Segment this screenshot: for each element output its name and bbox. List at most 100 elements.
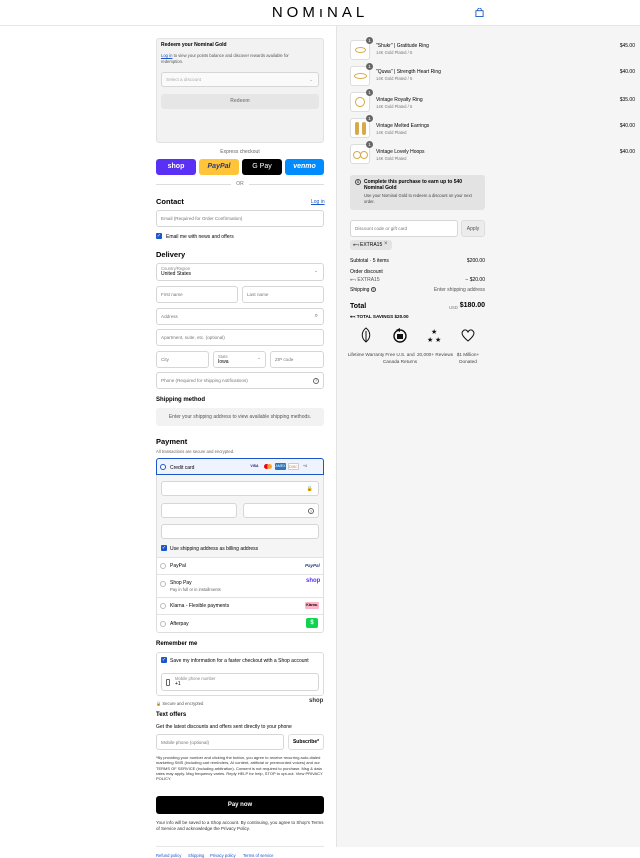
shoppay-sub: Pay in full or in installments — [170, 587, 221, 592]
shop-pay-button[interactable]: shop — [156, 159, 196, 175]
total-value: $180.00 — [459, 302, 485, 309]
svg-text:★: ★ — [435, 336, 441, 343]
search-icon: ⌕ — [314, 313, 318, 319]
checkout-form: Redeem your Nominal Gold Log in to view … — [0, 26, 336, 858]
discount-tag-code: EXTRA15 — [360, 242, 383, 248]
mobile-phone-field[interactable]: Mobile phone number +1 — [161, 673, 319, 691]
discover-icon: DISC — [288, 463, 299, 470]
news-checkbox[interactable]: ✓ — [156, 233, 162, 239]
country-select[interactable]: Country/Region United States ⌄ — [156, 263, 324, 281]
save-info-label: Save my information for a faster checkou… — [170, 658, 309, 664]
item-name: Vintage Melted Earrings — [376, 123, 430, 129]
name-on-card-field[interactable] — [161, 524, 319, 539]
divider — [157, 557, 323, 558]
gold-banner-sub: Use your Nominal Gold to redeem a discou… — [364, 193, 472, 204]
first-name-field[interactable]: First name — [156, 286, 238, 303]
chevron-down-icon: ⌄ — [309, 76, 313, 82]
credit-card-label: Credit card — [170, 465, 195, 471]
remove-discount-icon[interactable]: × — [384, 241, 388, 247]
afterpay-radio[interactable] — [160, 621, 166, 627]
order-discount-label: Order discount — [350, 269, 383, 275]
card-number-field[interactable]: 🔒 — [161, 481, 319, 496]
contact-title: Contact — [156, 197, 184, 206]
terms-of-service-link[interactable]: Terms of service — [243, 853, 273, 858]
subscribe-button[interactable]: Subscribe* — [288, 734, 324, 750]
apartment-field[interactable]: Apartment, suite, etc. (optional) — [156, 329, 324, 346]
city-field[interactable]: City — [156, 351, 209, 368]
paypal-option-label[interactable]: PayPal — [170, 563, 186, 569]
help-icon[interactable]: ? — [313, 377, 319, 384]
zip-field[interactable]: ZIP code — [270, 351, 324, 368]
shipping-link[interactable]: Shipping — [188, 853, 204, 858]
shipping-value: Enter shipping address — [433, 287, 485, 293]
discount-code-field[interactable]: Discount code or gift card — [350, 220, 458, 237]
state-select[interactable]: State Iowa ⌄ — [213, 351, 266, 368]
payment-title: Payment — [156, 437, 188, 446]
security-code-field[interactable]: ? — [243, 503, 319, 518]
credit-card-radio[interactable] — [160, 464, 166, 470]
item-variant: 14K Gold Plated — [376, 156, 407, 161]
email-field[interactable]: Email (Required for Order Confirmation) — [156, 210, 324, 227]
remember-title: Remember me — [156, 641, 198, 647]
help-icon[interactable]: ? — [370, 287, 376, 292]
redeem-login-link[interactable]: Log in — [161, 53, 172, 58]
phone-field[interactable]: Phone (Required for shipping notificatio… — [156, 372, 324, 389]
text-offers-title: Text offers — [156, 712, 187, 718]
subtotal-label: Subtotal · 5 items — [350, 258, 389, 264]
address-field[interactable]: Address ⌕ — [156, 308, 324, 325]
text-offers-sub: Get the latest discounts and offers sent… — [156, 724, 292, 730]
shopping-bag-icon[interactable] — [475, 8, 484, 17]
card-brands: VISA AMEX DISC +4 — [249, 463, 309, 470]
gold-banner-title: Complete this purchase to earn up to 540… — [364, 179, 463, 191]
phone-icon — [166, 679, 170, 686]
last-name-field[interactable]: Last name — [242, 286, 324, 303]
logo[interactable]: NOMıNAL — [0, 4, 640, 21]
save-info-checkbox[interactable]: ✓ — [161, 657, 167, 663]
item-name: Vintage Royalty Ring — [376, 97, 423, 103]
quantity-badge: 1 — [366, 89, 373, 96]
venmo-button[interactable]: venmo — [285, 159, 324, 175]
klarna-option-label[interactable]: Klarna - Flexible payments — [170, 603, 229, 609]
item-variant: 14K Gold Plated / 5 — [376, 104, 413, 109]
amex-icon: AMEX — [275, 463, 286, 470]
feature-label: Free U.S. and Canada Returns — [382, 352, 418, 364]
refund-policy-link[interactable]: Refund policy — [156, 853, 181, 858]
billing-checkbox[interactable]: ✓ — [161, 545, 167, 551]
contact-login-link[interactable]: Log in — [311, 199, 325, 205]
item-name: "Shukr" | Gratitude Ring — [376, 43, 429, 49]
item-variant: 14K Gold Plated — [376, 130, 407, 135]
text-offers-phone-field[interactable]: Mobile phone (optional) — [156, 734, 284, 750]
header: NOMıNAL — [0, 0, 640, 26]
item-variant: 14K Gold Plated / 5 — [376, 76, 413, 81]
paypal-button[interactable]: PayPal — [199, 159, 239, 175]
quantity-badge: 1 — [366, 141, 373, 148]
divider — [157, 614, 323, 615]
item-name: "Quwa" | Strength Heart Ring — [376, 69, 441, 75]
divider — [157, 597, 323, 598]
afterpay-logo: $ — [306, 618, 318, 628]
gold-coin-icon: $ — [355, 179, 361, 185]
visa-icon: VISA — [250, 464, 259, 468]
help-icon[interactable]: ? — [308, 507, 314, 514]
or-label: OR — [236, 181, 244, 187]
redeem-title: Redeem your Nominal Gold — [161, 42, 227, 48]
google-pay-button[interactable]: G Pay — [242, 159, 282, 175]
discount-select[interactable]: Select a discount ⌄ — [161, 72, 319, 87]
more-cards-label: +4 — [303, 464, 307, 468]
klarna-radio[interactable] — [160, 603, 166, 609]
expiry-field[interactable] — [161, 503, 237, 518]
paypal-logo: PayPal — [305, 563, 320, 568]
shoppay-radio[interactable] — [160, 581, 166, 587]
item-price: $35.00 — [619, 97, 635, 103]
afterpay-option-label[interactable]: Afterpay — [170, 621, 189, 627]
paypal-radio[interactable] — [160, 563, 166, 569]
shoppay-option-label[interactable]: Shop Pay — [170, 580, 192, 586]
item-variant: 14K Gold Plated / 5 — [376, 50, 413, 55]
shipping-method-title: Shipping method — [156, 397, 205, 403]
pay-now-button[interactable]: Pay now — [156, 796, 324, 814]
redeem-button[interactable]: Redeem — [161, 94, 319, 109]
privacy-policy-link[interactable]: Privacy policy — [210, 853, 236, 858]
apply-button[interactable]: Apply — [461, 220, 485, 237]
divider — [157, 574, 323, 575]
svg-text:★: ★ — [427, 336, 433, 343]
